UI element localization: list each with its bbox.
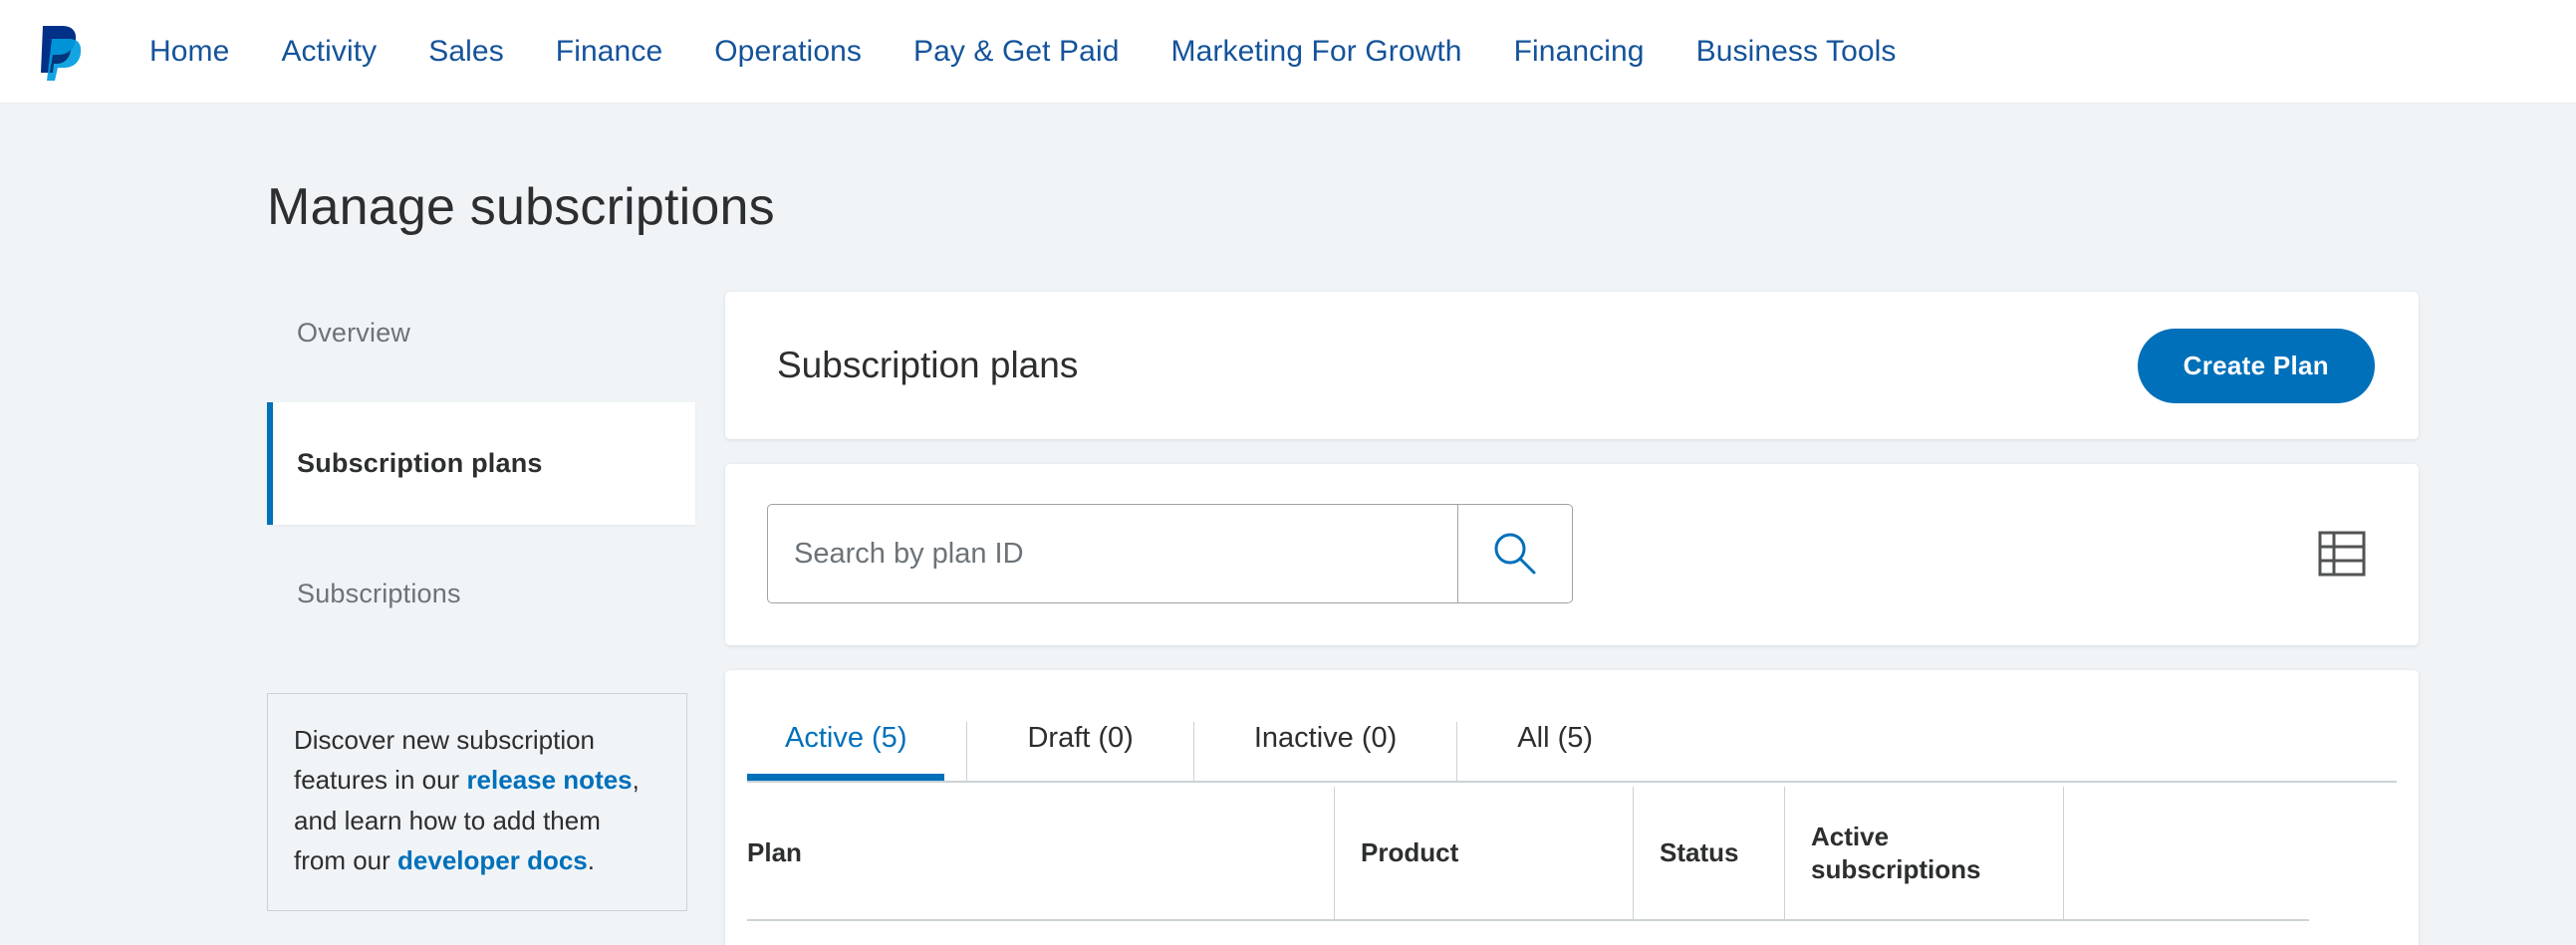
magnifier-icon [1494,533,1536,575]
nav-item-pay-and-get-paid[interactable]: Pay & Get Paid [888,35,1146,69]
tab-all-label: All (5) [1517,722,1594,754]
main-panel: Subscription plans Create Plan Search by… [725,292,2419,945]
column-header-plan: Plan [747,787,1335,919]
tab-inactive-label: Inactive (0) [1253,722,1398,754]
nav-item-operations[interactable]: Operations [688,35,888,69]
sidebar: Overview Subscription plans Subscription… [267,292,695,912]
tab-active-label: Active (5) [785,722,907,754]
table-header-row: Plan Product Status Active subscriptions [725,787,2419,919]
page-title: Manage subscriptions [267,178,775,236]
column-header-plan-label: Plan [747,837,802,868]
column-header-active-subscriptions: Active subscriptions [1785,787,2064,919]
promo-text-3: . [587,844,595,875]
nav-item-marketing-for-growth[interactable]: Marketing For Growth [1146,35,1488,69]
nav-items: Home Activity Sales Finance Operations P… [124,35,1923,69]
tab-draft[interactable]: Draft (0) [967,722,1194,781]
tab-all[interactable]: All (5) [1457,722,1653,781]
sidebar-spacer-bottom [267,525,695,553]
promo-info-box: Discover new subscription features in ou… [267,693,687,912]
sidebar-item-subscriptions[interactable]: Subscriptions [267,553,695,635]
card-title: Subscription plans [777,345,1079,385]
tab-active[interactable]: Active (5) [725,722,968,781]
column-header-actions [2064,787,2253,919]
search-button[interactable] [1457,504,1573,603]
column-header-status-label: Status [1660,837,1739,868]
table-view-icon [2318,531,2366,577]
sidebar-item-subscription-plans[interactable]: Subscription plans [267,402,695,525]
sidebar-item-overview[interactable]: Overview [267,292,695,374]
release-notes-link[interactable]: release notes [466,765,632,795]
search-group [767,504,1573,603]
table-header-divider [747,919,2309,921]
search-card [725,464,2419,645]
column-header-product-label: Product [1361,837,1459,868]
column-header-product: Product [1335,787,1634,919]
top-navigation-bar: Home Activity Sales Finance Operations P… [0,0,2576,104]
nav-item-sales[interactable]: Sales [402,35,530,69]
content-area: Overview Subscription plans Subscription… [267,292,2576,945]
search-input[interactable] [767,504,1457,603]
column-header-status: Status [1634,787,1785,919]
nav-item-activity[interactable]: Activity [255,35,402,69]
developer-docs-link[interactable]: developer docs [397,845,588,875]
subscription-plans-card: Subscription plans Create Plan [725,292,2419,439]
table-view-toggle[interactable] [2315,527,2369,581]
plans-table-card: Active (5) Draft (0) Inactive (0) All (5… [725,670,2419,945]
page-body: Manage subscriptions Overview Subscripti… [0,177,2576,945]
card-header: Subscription plans Create Plan [725,292,2419,439]
nav-item-business-tools[interactable]: Business Tools [1671,35,1923,69]
tabs-divider [747,781,2397,783]
create-plan-button[interactable]: Create Plan [2137,328,2375,403]
paypal-logo-icon [41,25,82,81]
nav-item-home[interactable]: Home [124,35,255,69]
column-header-active-subscriptions-label: Active subscriptions [1811,822,1981,884]
paypal-logo[interactable] [38,23,84,81]
tab-inactive[interactable]: Inactive (0) [1194,722,1458,781]
tab-draft-label: Draft (0) [1027,722,1134,754]
nav-item-finance[interactable]: Finance [530,35,688,69]
nav-item-financing[interactable]: Financing [1488,35,1671,69]
sidebar-spacer-top [267,374,695,402]
plan-status-tabs: Active (5) Draft (0) Inactive (0) All (5… [725,670,2419,781]
